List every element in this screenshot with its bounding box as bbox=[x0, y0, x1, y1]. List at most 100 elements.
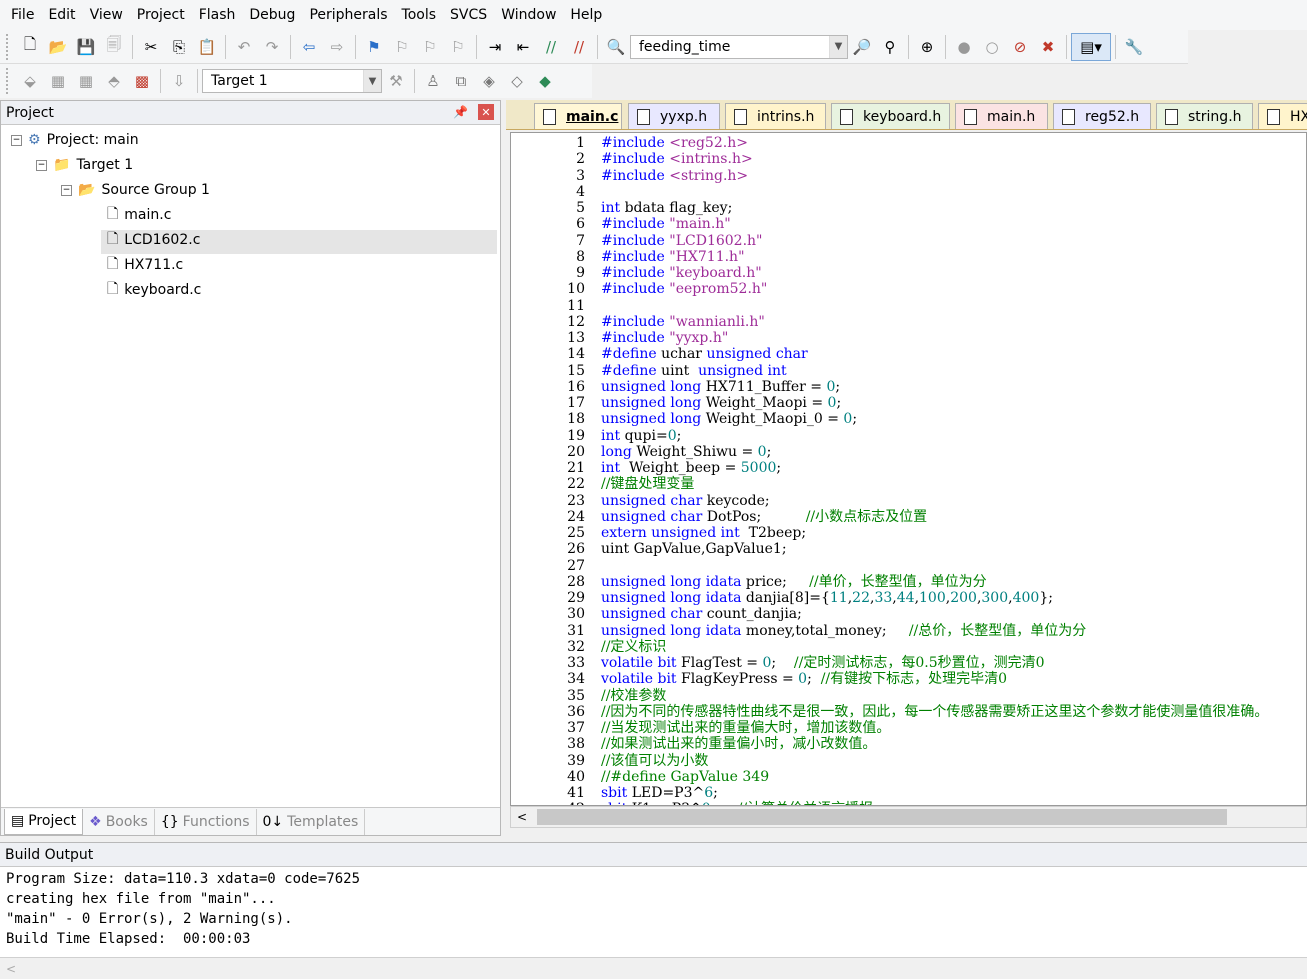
tree-node-project[interactable]: − ⚙ Project: main bbox=[11, 129, 139, 151]
scroll-left-icon[interactable]: < bbox=[6, 962, 16, 976]
menu-edit[interactable]: Edit bbox=[41, 0, 82, 30]
code-line[interactable]: extern unsigned int T2beep; bbox=[601, 525, 806, 541]
kill-breakpoints-icon[interactable]: ✖ bbox=[1034, 33, 1062, 61]
save-icon[interactable]: 💾 bbox=[72, 33, 100, 61]
menu-file[interactable]: File bbox=[4, 0, 41, 30]
code-line[interactable]: //因为不同的传感器特性曲线不是很一致，因此，每一个传感器需要矫正这里这个参数才… bbox=[601, 704, 1268, 720]
menu-debug[interactable]: Debug bbox=[242, 0, 302, 30]
code-line[interactable]: #define uchar unsigned char bbox=[601, 346, 808, 362]
menu-view[interactable]: View bbox=[83, 0, 130, 30]
menu-project[interactable]: Project bbox=[130, 0, 192, 30]
unindent-icon[interactable]: ⇤ bbox=[509, 33, 537, 61]
rebuild-icon[interactable]: ▦ bbox=[72, 67, 100, 95]
run-time-environment-icon[interactable]: ◆ bbox=[531, 67, 559, 95]
code-line[interactable]: #include "eeprom52.h" bbox=[601, 281, 767, 297]
configure-icon[interactable]: 🔧 bbox=[1120, 33, 1148, 61]
tree-node-target[interactable]: − 📁 Target 1 bbox=[36, 154, 133, 176]
open-folder-icon[interactable]: 📂 bbox=[44, 33, 72, 61]
code-line[interactable]: unsigned long Weight_Maopi = 0; bbox=[601, 395, 841, 411]
collapse-toggle-icon[interactable]: − bbox=[11, 134, 22, 146]
code-line[interactable]: unsigned long Weight_Maopi_0 = 0; bbox=[601, 411, 857, 427]
redo-icon[interactable]: ↷ bbox=[258, 33, 286, 61]
code-line[interactable]: int Weight_beep = 5000; bbox=[601, 460, 781, 476]
code-line[interactable]: volatile bit FlagKeyPress = 0; //有键按下标志，… bbox=[601, 671, 1007, 687]
pack-installer-icon[interactable]: ◇ bbox=[503, 67, 531, 95]
chevron-down-icon[interactable]: ▼ bbox=[829, 35, 847, 58]
collapse-toggle-icon[interactable]: − bbox=[36, 159, 47, 171]
tab-books[interactable]: ❖ Books bbox=[83, 808, 155, 835]
menu-tools[interactable]: Tools bbox=[395, 0, 444, 30]
code-line[interactable]: unsigned char count_danjia; bbox=[601, 606, 802, 622]
tree-node-file[interactable]: 🗋 main.c bbox=[107, 204, 171, 226]
new-file-icon[interactable]: 🗋 bbox=[16, 33, 44, 61]
batch-build-icon[interactable]: ⬘ bbox=[100, 67, 128, 95]
code-line[interactable]: unsigned char DotPos; //小数点标志及位置 bbox=[601, 509, 927, 525]
tab-reg52-h[interactable]: reg52.h bbox=[1053, 103, 1151, 129]
code-line[interactable]: //如果测试出来的重量偏小时，减小改数值。 bbox=[601, 736, 876, 752]
target-combo[interactable]: Target 1 ▼ bbox=[202, 69, 382, 93]
tab-project[interactable]: ▤ Project bbox=[4, 808, 84, 835]
code-line[interactable]: int qupi=0; bbox=[601, 428, 681, 444]
tree-node-file[interactable]: 🗋 LCD1602.c bbox=[107, 229, 200, 251]
code-line[interactable]: #include "keyboard.h" bbox=[601, 265, 762, 281]
menu-svcs[interactable]: SVCS bbox=[443, 0, 494, 30]
code-line[interactable]: #include <string.h> bbox=[601, 168, 748, 184]
translate-icon[interactable]: ⬙ bbox=[16, 67, 44, 95]
code-line[interactable]: unsigned long idata price; //单价，长整型值，单位为… bbox=[601, 574, 987, 590]
code-line[interactable]: long Weight_Shiwu = 0; bbox=[601, 444, 771, 460]
code-line[interactable]: //校准参数 bbox=[601, 688, 666, 704]
prev-bookmark-icon[interactable]: ⚐ bbox=[388, 33, 416, 61]
code-line[interactable]: unsigned long idata money,total_money; /… bbox=[601, 623, 1086, 639]
scroll-left-icon[interactable]: < bbox=[511, 810, 533, 824]
tab-main-h[interactable]: main.h bbox=[955, 103, 1048, 129]
code-line[interactable]: #include "LCD1602.h" bbox=[601, 233, 762, 249]
tree-node-file[interactable]: 🗋 HX711.c bbox=[107, 254, 183, 276]
code-line[interactable]: unsigned char keycode; bbox=[601, 493, 770, 509]
code-line[interactable]: uint GapValue,GapValue1; bbox=[601, 541, 787, 557]
copy-icon[interactable]: ⎘ bbox=[165, 33, 193, 61]
manage-project-items-icon[interactable]: ⧉ bbox=[447, 67, 475, 95]
code-line[interactable]: //该值可以为小数 bbox=[601, 753, 708, 769]
select-packs-icon[interactable]: ◈ bbox=[475, 67, 503, 95]
code-line[interactable]: volatile bit FlagTest = 0; //定时测试标志，每0.5… bbox=[601, 655, 1045, 671]
find-combo[interactable]: feeding_time ▼ bbox=[630, 34, 848, 59]
pin-icon[interactable]: 📌 bbox=[453, 105, 468, 119]
code-line[interactable]: #include <reg52.h> bbox=[601, 135, 748, 151]
disable-breakpoint-icon[interactable]: ○ bbox=[978, 33, 1006, 61]
toolbar-grip[interactable] bbox=[6, 33, 12, 60]
code-line[interactable]: #include "HX711.h" bbox=[601, 249, 745, 265]
window-layout-icon[interactable]: ▤▾ bbox=[1071, 32, 1111, 61]
build-output-scrollbar[interactable]: < bbox=[0, 957, 1307, 979]
menu-flash[interactable]: Flash bbox=[192, 0, 243, 30]
close-icon[interactable]: ✕ bbox=[478, 104, 494, 120]
scrollbar-thumb[interactable] bbox=[537, 809, 1227, 825]
indent-icon[interactable]: ⇥ bbox=[481, 33, 509, 61]
code-line[interactable]: unsigned long idata danjia[8]={11,22,33,… bbox=[601, 590, 1053, 606]
code-line[interactable]: #include "main.h" bbox=[601, 216, 731, 232]
code-line[interactable]: #include "wannianli.h" bbox=[601, 314, 765, 330]
tree-node-file[interactable]: 🗋 keyboard.c bbox=[107, 279, 201, 301]
code-line[interactable]: #define uint unsigned int bbox=[601, 363, 787, 379]
code-line[interactable]: //定义标识 bbox=[601, 639, 666, 655]
chevron-down-icon[interactable]: ▼ bbox=[363, 70, 381, 92]
code-line[interactable]: #include "yyxp.h" bbox=[601, 330, 728, 346]
uncomment-icon[interactable]: // bbox=[565, 33, 593, 61]
debug-session-icon[interactable]: ⊕ bbox=[913, 33, 941, 61]
code-line[interactable]: unsigned long HX711_Buffer = 0; bbox=[601, 379, 840, 395]
code-line[interactable]: int bdata flag_key; bbox=[601, 200, 732, 216]
disable-all-breakpoints-icon[interactable]: ⊘ bbox=[1006, 33, 1034, 61]
tab-hx711-h[interactable]: HX bbox=[1258, 103, 1307, 129]
code-line[interactable]: #include <intrins.h> bbox=[601, 151, 753, 167]
navigate-back-icon[interactable]: ⇦ bbox=[295, 33, 323, 61]
code-lines[interactable]: #include <reg52.h> #include <intrins.h> #i… bbox=[601, 133, 1306, 805]
code-line[interactable]: //键盘处理变量 bbox=[601, 476, 694, 492]
code-editor[interactable]: 1 2 3 4 5 6 7 8 9 10 11 12 13 14 15 16 17 18 19 20 21 22 23 24 2… bbox=[510, 132, 1307, 806]
tab-templates[interactable]: 0↓ Templates bbox=[257, 808, 366, 835]
stop-build-icon[interactable]: ▩ bbox=[128, 67, 156, 95]
comment-icon[interactable]: // bbox=[537, 33, 565, 61]
toolbar-grip[interactable] bbox=[6, 68, 12, 94]
code-line[interactable]: sbit LED=P3^6; bbox=[601, 785, 718, 801]
build-icon[interactable]: ▦ bbox=[44, 67, 72, 95]
code-line[interactable]: //当发现测试出来的重量偏大时，增加该数值。 bbox=[601, 720, 890, 736]
cut-icon[interactable]: ✂ bbox=[137, 33, 165, 61]
